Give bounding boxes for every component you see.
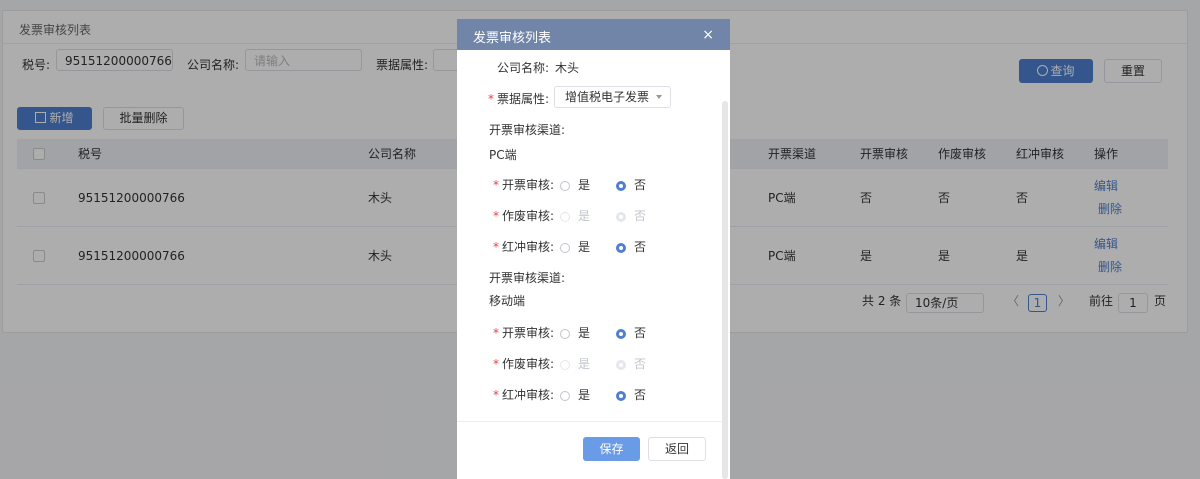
- mobile-channel-name: 移动端: [489, 294, 526, 308]
- radio-circle: [560, 360, 570, 370]
- pc-issue-yes-label: 是: [578, 178, 591, 192]
- attr-label: 票据属性:: [497, 92, 550, 106]
- back-button[interactable]: 返回: [648, 437, 706, 461]
- dialog-scrollbar[interactable]: [722, 101, 728, 479]
- mobile-channel-label: 开票审核渠道:: [489, 271, 566, 285]
- pc-issue-yes-radio[interactable]: 是: [560, 176, 590, 193]
- dialog-footer-divider: [457, 421, 723, 422]
- radio-circle: [560, 243, 570, 253]
- mobile-void-yes-label: 是: [578, 357, 591, 371]
- pc-channel-label: 开票审核渠道:: [489, 123, 566, 137]
- mobile-red-label: * 红冲审核:: [493, 388, 555, 402]
- pc-red-label: * 红冲审核:: [493, 240, 555, 254]
- radio-circle: [616, 181, 626, 191]
- attr-field-label: * 票据属性:: [488, 92, 550, 106]
- radio-circle: [616, 243, 626, 253]
- pc-void-yes-radio[interactable]: 是: [560, 207, 590, 224]
- mobile-void-yes-radio[interactable]: 是: [560, 355, 590, 372]
- radio-circle: [616, 391, 626, 401]
- close-icon[interactable]: ×: [702, 27, 714, 43]
- radio-circle: [616, 212, 626, 222]
- attr-value: 增值税电子发票: [565, 90, 650, 104]
- mobile-issue-label-text: 开票审核:: [502, 326, 555, 340]
- pc-red-yes-label: 是: [578, 240, 591, 254]
- save-button[interactable]: 保存: [583, 437, 640, 461]
- pc-channel-name: PC端: [489, 148, 517, 162]
- radio-circle: [560, 329, 570, 339]
- pc-void-label-text: 作废审核:: [502, 209, 555, 223]
- pc-issue-label: * 开票审核:: [493, 178, 555, 192]
- radio-circle: [560, 212, 570, 222]
- pc-red-label-text: 红冲审核:: [502, 240, 555, 254]
- mobile-issue-label: * 开票审核:: [493, 326, 555, 340]
- pc-issue-no-label: 否: [634, 178, 647, 192]
- radio-circle: [560, 181, 570, 191]
- mobile-issue-no-label: 否: [634, 326, 647, 340]
- pc-red-yes-radio[interactable]: 是: [560, 238, 590, 255]
- radio-circle: [616, 360, 626, 370]
- mobile-issue-yes-label: 是: [578, 326, 591, 340]
- attr-select[interactable]: 增值税电子发票: [554, 86, 671, 108]
- mobile-void-no-label: 否: [634, 357, 647, 371]
- pc-void-no-label: 否: [634, 209, 647, 223]
- radio-circle: [560, 391, 570, 401]
- pc-red-no-radio[interactable]: 否: [616, 238, 646, 255]
- dialog-title: 发票审核列表: [473, 31, 552, 46]
- edit-dialog: 发票审核列表 × 公司名称: 木头 * 票据属性: 增值税电子发票 开票审核渠道:…: [457, 19, 730, 479]
- mobile-red-yes-radio[interactable]: 是: [560, 386, 590, 403]
- pc-issue-no-radio[interactable]: 否: [616, 176, 646, 193]
- pc-issue-label-text: 开票审核:: [502, 178, 555, 192]
- pc-void-yes-label: 是: [578, 209, 591, 223]
- mobile-void-no-radio[interactable]: 否: [616, 355, 646, 372]
- radio-circle: [616, 329, 626, 339]
- mobile-issue-no-radio[interactable]: 否: [616, 324, 646, 341]
- mobile-red-no-label: 否: [634, 388, 647, 402]
- chevron-down-icon: [656, 95, 662, 99]
- mobile-red-label-text: 红冲审核:: [502, 388, 555, 402]
- pc-void-no-radio[interactable]: 否: [616, 207, 646, 224]
- mobile-void-label-text: 作废审核:: [502, 357, 555, 371]
- mobile-void-label: * 作废审核:: [493, 357, 555, 371]
- company-label: 公司名称:: [497, 61, 550, 75]
- mobile-issue-yes-radio[interactable]: 是: [560, 324, 590, 341]
- mobile-red-no-radio[interactable]: 否: [616, 386, 646, 403]
- mobile-red-yes-label: 是: [578, 388, 591, 402]
- company-value: 木头: [555, 61, 580, 75]
- pc-red-no-label: 否: [634, 240, 647, 254]
- pc-void-label: * 作废审核:: [493, 209, 555, 223]
- dialog-header: 发票审核列表 ×: [457, 19, 730, 50]
